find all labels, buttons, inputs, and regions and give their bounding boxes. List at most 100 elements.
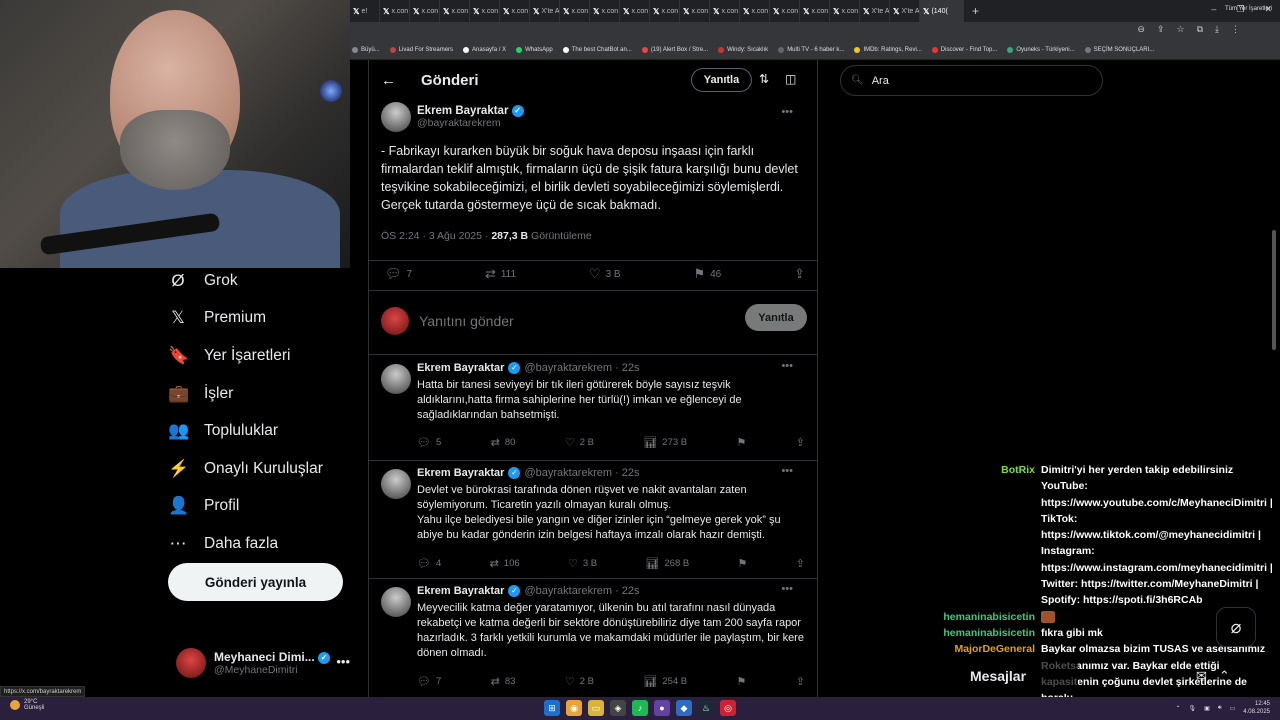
all-bookmarks[interactable]: Tüm Yer İşaretleri	[1225, 6, 1272, 12]
obs-icon[interactable]: ●	[654, 700, 670, 716]
share-action[interactable]: ⇪	[794, 266, 805, 282]
views-action[interactable]: 📊︎ 273 B	[643, 436, 687, 449]
reply-action[interactable]: 💬︎ 7	[385, 266, 412, 282]
retweet-action[interactable]: ⇄ 83	[491, 675, 516, 688]
nav-item-bookmarks[interactable]: 🔖 Yer İşaretleri	[168, 337, 358, 375]
app-icon[interactable]: ◆	[676, 700, 692, 716]
bookmark-action[interactable]: ⚑	[737, 436, 747, 449]
reply-action[interactable]: 💬︎ 4	[417, 557, 441, 570]
folder-icon[interactable]: ▭	[588, 700, 604, 716]
share-action[interactable]: ⇪	[796, 675, 805, 688]
bookmark-item[interactable]: Livad For Streamers	[389, 46, 453, 53]
browser-tab[interactable]: 𝕏x.con	[410, 0, 440, 22]
account-switcher[interactable]: Meyhaneci Dimi... ✓ @MeyhaneDimitri •••	[176, 646, 356, 680]
post-button[interactable]: Gönderi yayınla	[168, 563, 343, 601]
browser-tab[interactable]: 𝕏x.con	[650, 0, 680, 22]
retweet-action[interactable]: ⇄ 106	[490, 557, 520, 570]
browser-tab[interactable]: 𝕏e!	[350, 0, 380, 22]
sliders-icon[interactable]: ⇅	[759, 72, 769, 86]
author-name[interactable]: Ekrem Bayraktar ✓	[417, 104, 524, 117]
bookmark-action[interactable]: ⚑	[738, 557, 748, 570]
browser-tab[interactable]: 𝕏 (140(	[920, 0, 964, 22]
share-action[interactable]: ⇪	[796, 557, 805, 570]
reply-submit-button[interactable]: Yanıtla	[745, 304, 807, 331]
author-handle[interactable]: @bayraktarekrem	[417, 117, 524, 129]
app-icon[interactable]: ◎	[720, 700, 736, 716]
network-icon[interactable]: ▣	[1204, 705, 1210, 712]
bookmark-item[interactable]: Anasayfa / X	[463, 46, 506, 53]
nav-item-verified-orgs[interactable]: ⚡ Onaylı Kuruluşlar	[168, 450, 358, 488]
browser-tab[interactable]: 𝕏x.con	[710, 0, 740, 22]
clock[interactable]: 12:45 4.08.2025	[1243, 700, 1270, 716]
nav-item-communities[interactable]: 👥 Topluluklar	[168, 412, 358, 450]
author-avatar[interactable]	[381, 364, 411, 394]
bookmark-item[interactable]: IMDb: Ratings, Revi...	[854, 46, 922, 53]
bookmark-item[interactable]: SEÇİM SONUÇLARI...	[1084, 46, 1154, 53]
more-icon[interactable]: •••	[781, 583, 793, 595]
like-action[interactable]: ♡ 3 B	[568, 557, 597, 570]
bookmark-item[interactable]: Windy: Sıcaklık	[718, 46, 768, 53]
browser-tab[interactable]: 𝕏x.con	[470, 0, 500, 22]
spotify-icon[interactable]: ♪	[632, 700, 648, 716]
scrollbar[interactable]	[1272, 230, 1276, 350]
reply-header-button[interactable]: Yanıtla	[691, 68, 752, 92]
menu-icon[interactable]: ⋮	[1231, 24, 1240, 35]
browser-tab[interactable]: 𝕏 X'te A	[860, 0, 890, 22]
search-input[interactable]: 🔍︎ Ara	[840, 65, 1103, 96]
bookmark-action[interactable]: ⚑ 46	[693, 266, 721, 282]
browser-tab[interactable]: 𝕏x.con	[560, 0, 590, 22]
like-action[interactable]: ♡ 3 B	[589, 266, 621, 282]
messages-drawer[interactable]: Mesajlar	[958, 658, 1078, 694]
browser-tab[interactable]: 𝕏x.con	[800, 0, 830, 22]
star-icon[interactable]: ☆	[1177, 24, 1185, 35]
mic-icon[interactable]: 🎙︎	[1189, 705, 1197, 712]
new-tab-button[interactable]: +	[964, 4, 987, 18]
share-icon[interactable]: ⇪	[1157, 24, 1165, 35]
bookmark-item[interactable]: Multi TV - 6 haber k...	[778, 46, 844, 53]
browser-tab[interactable]: 𝕏x.con	[830, 0, 860, 22]
back-arrow-icon[interactable]: ←	[381, 72, 421, 89]
author-name[interactable]: Ekrem Bayraktar	[417, 585, 504, 597]
start-icon[interactable]: ⊞	[544, 700, 560, 716]
minimize-icon[interactable]: –	[1211, 4, 1216, 15]
bookmark-item[interactable]: The best ChatBot an...	[562, 46, 632, 53]
extensions-icon[interactable]: ⧉	[1197, 24, 1203, 35]
battery-icon[interactable]: ▭	[1230, 705, 1236, 712]
browser-tab[interactable]: 𝕏x.con	[770, 0, 800, 22]
bookmark-action[interactable]: ⚑	[737, 675, 747, 688]
retweet-action[interactable]: ⇄ 111	[485, 266, 516, 282]
browser-tab[interactable]: 𝕏x.con	[380, 0, 410, 22]
reply-action[interactable]: 💬︎ 5	[417, 436, 441, 449]
browser-tab[interactable]: 𝕏x.con	[740, 0, 770, 22]
nav-item-jobs[interactable]: 💼 İşler	[168, 375, 358, 413]
like-action[interactable]: ♡ 2 B	[565, 675, 594, 688]
browser-tab[interactable]: 𝕏x.con	[440, 0, 470, 22]
more-icon[interactable]: •••	[336, 654, 350, 669]
author-avatar[interactable]	[381, 102, 411, 132]
views-action[interactable]: 📊︎ 254 B	[643, 675, 687, 688]
grok-icon[interactable]: ⌀	[1216, 607, 1256, 647]
author-avatar[interactable]	[381, 469, 411, 499]
browser-tab[interactable]: 𝕏 X'te A	[890, 0, 920, 22]
browser-tab[interactable]: 𝕏x.con	[620, 0, 650, 22]
weather-widget[interactable]: 29°C Güneşli	[10, 699, 44, 711]
retweet-action[interactable]: ⇄ 80	[491, 436, 516, 449]
more-icon[interactable]: •••	[781, 360, 793, 372]
nav-item-premium[interactable]: 𝕏 Premium	[168, 300, 358, 338]
app-icon[interactable]: ◈	[610, 700, 626, 716]
zoom-icon[interactable]: ⊖	[1137, 24, 1145, 35]
more-icon[interactable]: •••	[781, 106, 793, 118]
volume-icon[interactable]: 🔊︎	[1218, 705, 1222, 712]
views-action[interactable]: 📊︎ 268 B	[645, 557, 689, 570]
reader-icon[interactable]: ◫	[785, 72, 796, 86]
nav-item-profile[interactable]: 👤 Profil	[168, 488, 358, 526]
nav-item-grok[interactable]: Ø Grok	[168, 262, 358, 300]
browser-tab[interactable]: 𝕏x.con	[500, 0, 530, 22]
share-action[interactable]: ⇪	[796, 436, 805, 449]
more-icon[interactable]: •••	[781, 465, 793, 477]
chrome-icon[interactable]: ◉	[566, 700, 582, 716]
chevron-up-icon[interactable]: ⌃	[1176, 705, 1181, 712]
author-avatar[interactable]	[381, 587, 411, 617]
bookmark-item[interactable]: Büyü...	[352, 46, 380, 53]
reply-action[interactable]: 💬︎ 7	[417, 675, 441, 688]
